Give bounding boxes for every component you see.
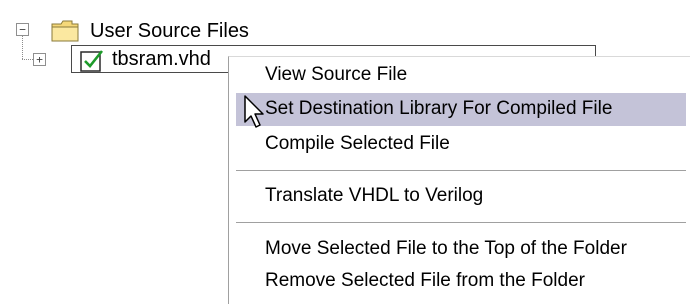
menu-item-remove-from-folder[interactable]: Remove Selected File from the Folder bbox=[265, 270, 585, 292]
tree-line-vertical bbox=[22, 36, 23, 59]
context-menu: View Source File Set Destination Library… bbox=[228, 56, 690, 304]
mouse-cursor-icon bbox=[243, 94, 267, 135]
menu-separator bbox=[236, 222, 686, 224]
tree-file-label[interactable]: tbsram.vhd bbox=[112, 48, 211, 71]
checked-file-icon bbox=[80, 48, 106, 77]
menu-item-compile-selected[interactable]: Compile Selected File bbox=[265, 133, 450, 155]
collapse-toggle[interactable]: − bbox=[16, 23, 29, 36]
tree-line-horizontal bbox=[22, 59, 33, 60]
tree-root-label[interactable]: User Source Files bbox=[90, 20, 249, 43]
menu-separator bbox=[236, 170, 686, 172]
expand-toggle[interactable]: + bbox=[33, 53, 46, 66]
menu-item-translate-vhdl[interactable]: Translate VHDL to Verilog bbox=[265, 185, 483, 207]
menu-item-view-source[interactable]: View Source File bbox=[265, 64, 407, 86]
menu-item-move-to-top[interactable]: Move Selected File to the Top of the Fol… bbox=[265, 238, 627, 260]
menu-item-set-destination-library[interactable]: Set Destination Library For Compiled Fil… bbox=[265, 98, 612, 120]
